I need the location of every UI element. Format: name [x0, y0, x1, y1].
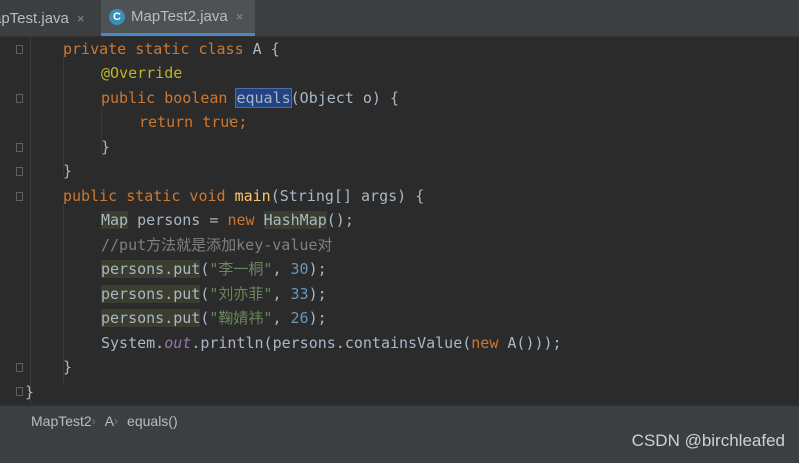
code-line: public static void main(String[] args) { [63, 187, 425, 205]
breadcrumb-item[interactable]: equals() [127, 413, 178, 429]
code-line: persons.put("李一桐", 30); [101, 260, 327, 278]
code-line: System.out.println(persons.containsValue… [101, 334, 562, 352]
code-line: } [25, 383, 35, 401]
tab-maptest[interactable]: apTest.java × [0, 0, 84, 36]
code-line: } [63, 162, 73, 180]
close-icon[interactable]: × [236, 9, 244, 24]
code-editor[interactable]: private static class A { @Override publi… [0, 37, 799, 405]
code-line: @Override [101, 64, 183, 82]
fold-marker-icon[interactable] [16, 387, 23, 396]
code-line: //put方法就是添加key-value对 [101, 233, 332, 257]
code-comment: //put方法就是添加key-value对 [101, 236, 333, 254]
tab-label: apTest.java [0, 9, 69, 27]
fold-marker-icon[interactable] [16, 167, 23, 176]
code-line: persons.put("鞠婧祎", 26); [101, 309, 327, 327]
code-line: public boolean equals(Object o) { [101, 88, 400, 108]
fold-marker-icon[interactable] [16, 94, 23, 103]
fold-marker-icon[interactable] [16, 45, 23, 54]
chevron-right-icon: › [114, 414, 119, 428]
code-line: persons.put("刘亦菲", 33); [101, 285, 327, 303]
tab-maptest2[interactable]: C MapTest2.java × [101, 0, 256, 36]
chevron-right-icon: › [91, 414, 96, 428]
selected-token: equals [235, 88, 292, 108]
breadcrumb-item[interactable]: A [105, 413, 114, 429]
breadcrumb-item[interactable]: MapTest2 [31, 413, 92, 429]
code-line: } [63, 358, 73, 376]
indent-guide [63, 57, 64, 175]
editor-tab-bar: apTest.java × C MapTest2.java × [0, 0, 799, 37]
close-icon[interactable]: × [77, 11, 85, 26]
code-line: return true; [139, 113, 248, 131]
tab-label: MapTest2.java [131, 8, 228, 25]
fold-marker-icon[interactable] [16, 192, 23, 201]
code-line: Map persons = new HashMap(); [101, 211, 354, 229]
class-icon: C [109, 8, 125, 25]
code-line: private static class A { [63, 40, 280, 58]
code-line: } [101, 138, 111, 156]
text-cursor-icon [229, 118, 231, 122]
fold-marker-icon[interactable] [16, 363, 23, 372]
editor-gutter [0, 37, 31, 405]
fold-marker-icon[interactable] [16, 143, 23, 152]
watermark: CSDN @birchleafed [631, 431, 785, 450]
